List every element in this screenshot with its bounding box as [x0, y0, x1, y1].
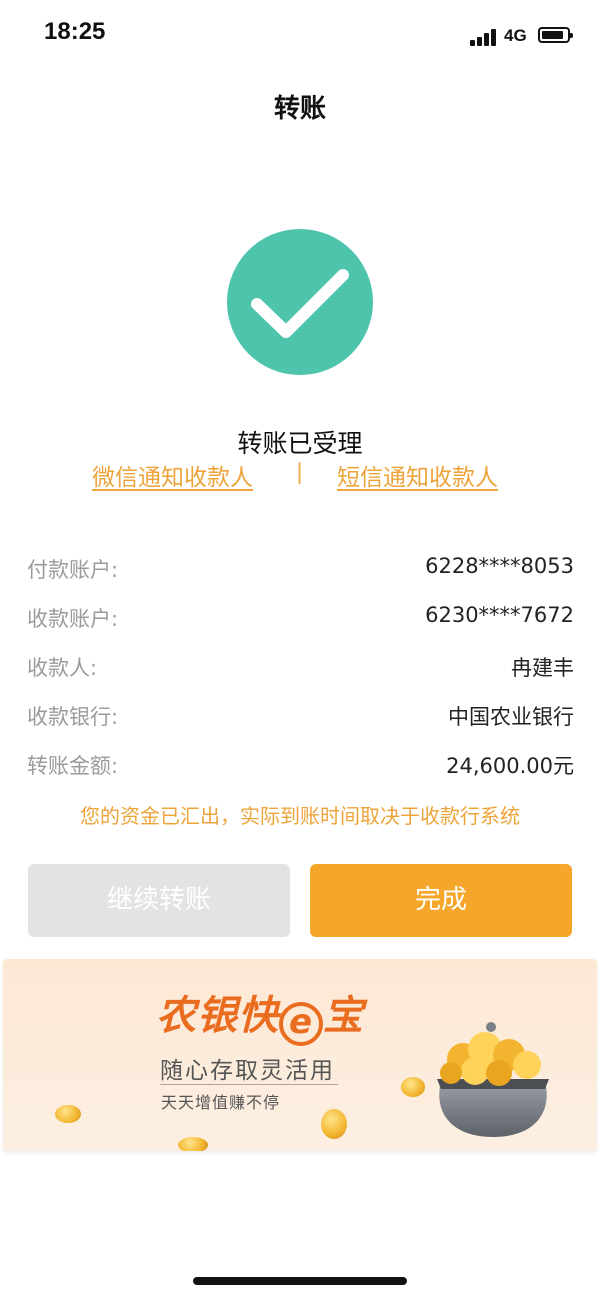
transfer-details: 付款账户: 6228****8053 收款账户: 6230****7672 收款…: [27, 548, 574, 793]
detail-row-payee: 收款人: 冉建丰: [27, 646, 574, 695]
battery-icon: [538, 27, 573, 43]
network-type: 4G: [504, 26, 527, 45]
detail-value: 冉建丰: [511, 656, 574, 680]
detail-value: 6228****8053: [425, 554, 574, 578]
detail-label: 付款账户:: [27, 558, 119, 582]
notify-row: 微信通知收款人 | 短信通知收款人: [0, 458, 600, 494]
signal-icon: [470, 28, 500, 46]
detail-row-amount: 转账金额: 24,600.00元: [27, 744, 574, 793]
sms-notify-link[interactable]: 短信通知收款人: [337, 458, 498, 492]
detail-label: 收款银行:: [27, 705, 119, 729]
detail-label: 转账金额:: [27, 754, 119, 778]
detail-value: 6230****7672: [425, 603, 574, 627]
coin-purse-icon: [437, 1022, 549, 1137]
banner-brand-e: e: [279, 1002, 323, 1046]
detail-value: 中国农业银行: [448, 705, 574, 729]
banner-slogan: 随心存取灵活用: [160, 1058, 335, 1084]
detail-value: 24,600.00元: [446, 754, 574, 778]
status-time: 18:25: [44, 18, 106, 45]
promo-banner[interactable]: 农银快 e 宝 随心存取灵活用 天天增值赚不停: [3, 959, 597, 1151]
status-bar: 18:25 4G: [0, 0, 600, 70]
detail-label: 收款人:: [27, 656, 98, 680]
done-button[interactable]: 完成: [310, 864, 572, 937]
home-indicator[interactable]: [193, 1277, 407, 1285]
notify-separator: |: [296, 460, 304, 484]
detail-row-payee-account: 收款账户: 6230****7672: [27, 597, 574, 646]
banner-brand: 农银快 e 宝: [156, 983, 364, 1046]
detail-row-payer-account: 付款账户: 6228****8053: [27, 548, 574, 597]
banner-brand-prefix: 农银快: [156, 993, 279, 1039]
banner-subtitle: 天天增值赚不停: [161, 1093, 281, 1112]
check-circle-icon: [227, 229, 373, 375]
continue-transfer-button[interactable]: 继续转账: [28, 864, 290, 937]
wechat-notify-link[interactable]: 微信通知收款人: [92, 458, 253, 492]
coin-icon: [401, 1077, 425, 1097]
notice-text: 您的资金已汇出，实际到账时间取决于收款行系统: [80, 804, 520, 828]
detail-row-payee-bank: 收款银行: 中国农业银行: [27, 695, 574, 744]
coin-icon: [178, 1137, 208, 1151]
coin-icon: [55, 1105, 81, 1123]
banner-brand-suffix: 宝: [323, 993, 364, 1039]
banner-divider: [160, 1084, 338, 1085]
detail-label: 收款账户:: [27, 607, 119, 631]
coin-icon: [321, 1109, 347, 1139]
page-title: 转账: [273, 94, 326, 124]
result-text: 转账已受理: [237, 429, 363, 458]
